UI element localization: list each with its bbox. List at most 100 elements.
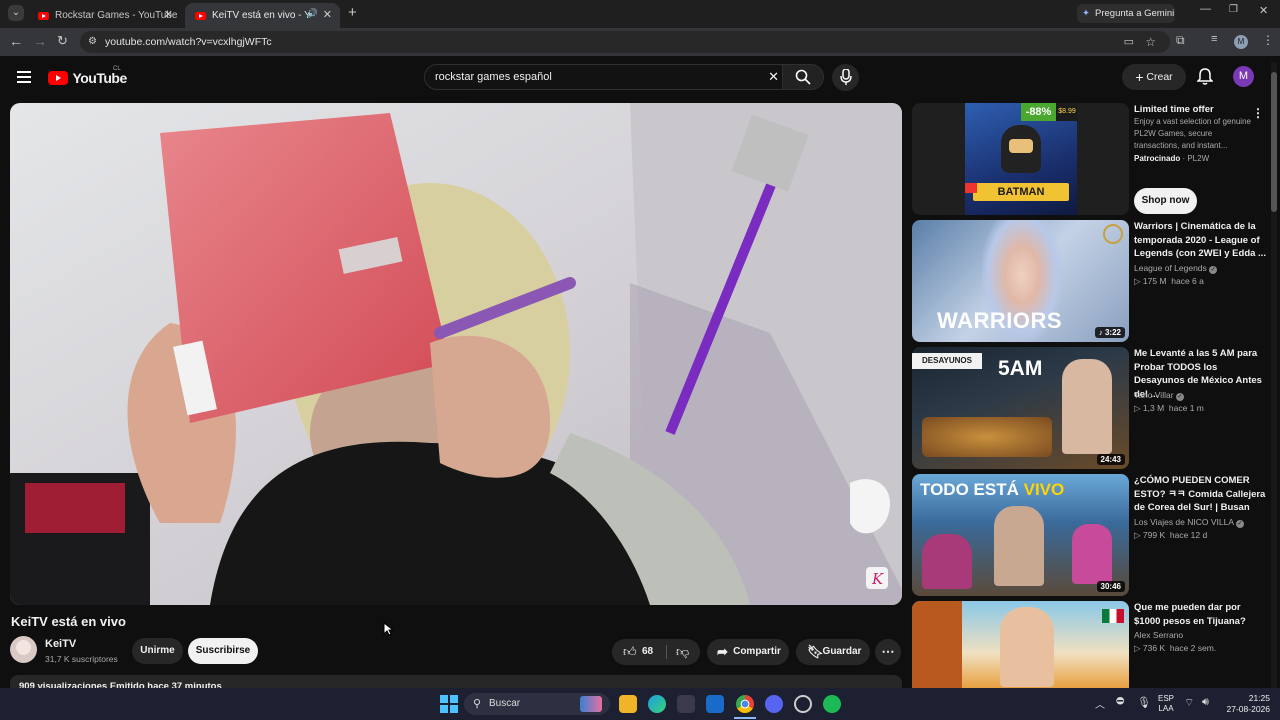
taskbar-search-box[interactable]: ⚲ Buscar <box>464 693 610 715</box>
language-indicator[interactable]: ESP LAA <box>1158 694 1174 714</box>
channel-name[interactable]: Los Viajes de NICO VILLA <box>1134 517 1234 527</box>
restore-icon[interactable]: ❐ <box>1229 4 1238 15</box>
duration-badge: 30:46 <box>1096 581 1125 592</box>
views-icon: ▷ <box>1134 276 1143 286</box>
video-thumbnail[interactable] <box>912 601 1129 688</box>
search-button[interactable] <box>782 64 824 90</box>
join-button[interactable]: Unirme <box>132 638 183 664</box>
channel-name[interactable]: Tano Villar <box>1134 390 1174 400</box>
video-thumbnail[interactable]: DESAYUNOS 5AM 24:43 <box>912 347 1129 469</box>
search-icon <box>795 69 811 85</box>
audio-playing-icon[interactable]: 🔊 <box>307 8 318 19</box>
thumb-overlay-accent-text: VIVO <box>1023 480 1065 499</box>
video-stats: ▷ 1,3 M hace 1 m <box>1134 402 1204 415</box>
edge-browser-icon[interactable] <box>648 695 666 713</box>
close-tab-icon[interactable]: ✕ <box>323 8 332 21</box>
close-tab-icon[interactable]: ✕ <box>164 8 173 21</box>
browser-tab-bar: ⌄ Rockstar Games - YouTube ✕ KeiTV está … <box>0 0 1280 28</box>
shop-now-button[interactable]: Shop now <box>1134 188 1197 214</box>
youtube-header: YouTube CL rockstar games español ✕ + Cr… <box>0 56 1280 100</box>
like-count: 68 <box>642 646 654 657</box>
scrollbar-thumb[interactable] <box>1271 72 1277 212</box>
like-button[interactable]: 👍︎ 68 <box>612 639 664 665</box>
subscriber-count: 31,7 K suscriptores <box>45 654 118 664</box>
cast-icon[interactable]: ▭ <box>1124 31 1134 53</box>
ad-menu-icon[interactable]: ⋮ <box>1252 106 1264 120</box>
bookmark-star-icon[interactable]: ☆ <box>1145 31 1156 53</box>
minimize-icon[interactable]: — <box>1200 3 1211 15</box>
verified-check-icon: ✓ <box>1235 520 1244 528</box>
microsoft-store-icon[interactable] <box>677 695 695 713</box>
tab-rockstar-games[interactable]: Rockstar Games - YouTube ✕ <box>28 3 181 28</box>
tab-keitv-live[interactable]: KeiTV está en vivo - YouTube 🔊 ✕ <box>185 3 340 28</box>
wifi-icon[interactable]: ⌔ <box>1184 696 1194 710</box>
clock[interactable]: 21:25 27-08-2026 <box>1220 693 1270 715</box>
network-icon[interactable]: ⛔︎ <box>1116 696 1124 707</box>
subscribe-button[interactable]: Suscribirse <box>188 638 258 664</box>
upload-age: hace 12 d <box>1169 530 1208 540</box>
description-box[interactable]: 909 visualizaciones Emitido hace 37 minu… <box>10 675 902 689</box>
duration-text: 30:46 <box>1100 582 1121 591</box>
sponsored-label: Patrocinado <box>1134 154 1181 163</box>
channel-avatar[interactable] <box>10 636 37 663</box>
save-button[interactable]: 🔖︎ Guardar <box>796 639 870 665</box>
page-scrollbar[interactable] <box>1271 62 1277 688</box>
chrome-browser-icon[interactable] <box>736 695 754 713</box>
microphone-icon[interactable]: 🎙︎ <box>1137 696 1151 709</box>
account-avatar[interactable]: M <box>1233 66 1254 87</box>
video-player[interactable]: K <box>10 103 902 605</box>
profile-avatar[interactable]: M <box>1234 35 1248 49</box>
reload-icon[interactable]: ↻ <box>57 33 68 49</box>
address-bar[interactable]: ⚙ youtube.com/watch?v=vcxlhgjWFTc ▭ ☆ <box>80 31 1170 53</box>
view-count: 1,3 M <box>1142 403 1165 413</box>
discord-icon[interactable] <box>765 695 783 713</box>
show-hidden-icons-icon[interactable]: ︿ <box>1095 696 1105 711</box>
extensions-icon[interactable]: ⧉ <box>1176 33 1185 48</box>
thumb-overlay-text: TODO ESTÁ <box>920 480 1019 499</box>
channel-name[interactable]: League of Legends <box>1134 263 1207 273</box>
ad-thumbnail[interactable]: BATMAN -88% $8.99 <box>912 103 1129 215</box>
channel-name[interactable]: Alex Serrano <box>1134 630 1183 640</box>
youtube-favicon-icon <box>195 11 206 20</box>
microphone-icon <box>840 69 852 85</box>
gemini-button[interactable]: ✦ Pregunta a Gemini <box>1077 4 1175 23</box>
verified-check-icon: ✓ <box>1175 393 1184 401</box>
channel-name[interactable]: KeiTV <box>45 638 76 650</box>
tab-title: Rockstar Games - YouTube <box>55 10 178 21</box>
voice-search-button[interactable] <box>832 64 859 91</box>
back-icon[interactable]: ← <box>9 33 23 49</box>
browser-menu-icon[interactable]: ⋮ <box>1262 33 1274 47</box>
outlook-icon[interactable] <box>706 695 724 713</box>
ad-title[interactable]: Limited time offer <box>1134 103 1266 117</box>
forward-icon[interactable]: → <box>33 33 47 49</box>
site-info-icon[interactable]: ⚙ <box>88 31 97 53</box>
tab-search-icon[interactable]: ⌄ <box>8 5 24 21</box>
video-thumbnail[interactable]: WARRIORS ♪ 3:22 <box>912 220 1129 342</box>
dislike-button[interactable]: 👎︎ <box>670 639 698 665</box>
video-thumbnail[interactable]: TODO ESTÁ VIVO 30:46 <box>912 474 1129 596</box>
video-title[interactable]: Que me pueden dar por $1000 pesos en Tij… <box>1134 601 1266 628</box>
share-button[interactable]: ➦ Compartir <box>707 639 789 665</box>
spotify-icon[interactable] <box>823 695 841 713</box>
file-explorer-icon[interactable] <box>619 695 637 713</box>
hamburger-menu-icon[interactable] <box>17 71 31 83</box>
video-title[interactable]: ¿CÓMO PUEDEN COMER ESTO? ㅋㅋ Comida Calle… <box>1134 474 1266 515</box>
clear-search-icon[interactable]: ✕ <box>768 65 779 89</box>
close-window-icon[interactable]: ✕ <box>1259 4 1268 17</box>
volume-icon[interactable]: 🔊︎ <box>1202 696 1209 709</box>
reading-list-icon[interactable]: ≡ <box>1211 33 1217 45</box>
search-input[interactable]: rockstar games español ✕ <box>424 64 786 90</box>
thumb-overlay-text-group: TODO ESTÁ VIVO <box>920 480 1064 500</box>
channel-line: Alex Serrano <box>1134 629 1183 642</box>
save-label: Guardar <box>822 646 862 657</box>
steam-icon[interactable] <box>794 695 812 713</box>
notifications-bell-icon[interactable] <box>1197 68 1213 86</box>
video-title[interactable]: Warriors | Cinemática de la temporada 20… <box>1134 220 1266 261</box>
youtube-logo[interactable]: YouTube CL <box>48 66 127 87</box>
new-tab-icon[interactable]: + <box>348 4 357 21</box>
duration-text: 3:22 <box>1104 328 1121 337</box>
video-title: KeiTV está en vivo <box>11 614 126 629</box>
create-button[interactable]: + Crear <box>1122 64 1186 90</box>
windows-start-icon[interactable] <box>440 695 458 713</box>
more-actions-icon[interactable]: ⋯ <box>875 639 901 665</box>
